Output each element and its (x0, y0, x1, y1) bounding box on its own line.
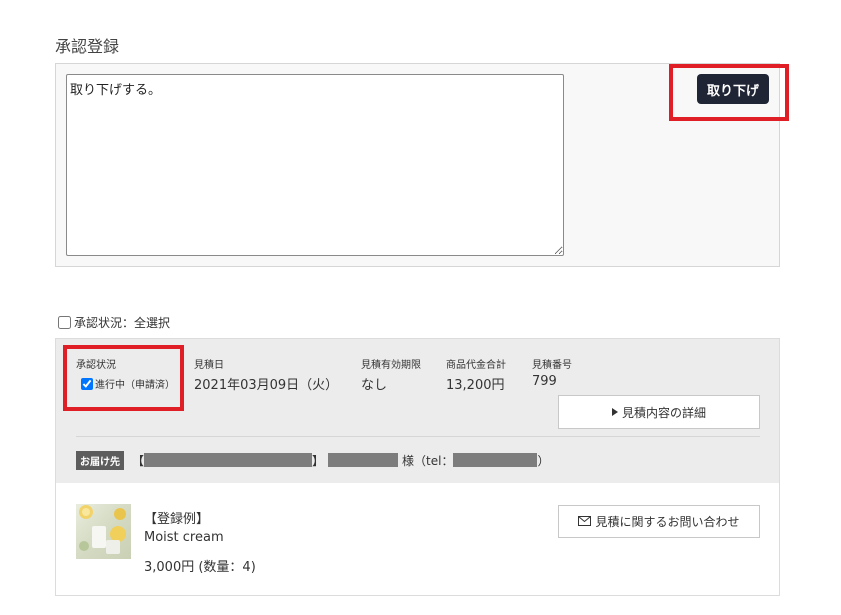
approval-title: 承認登録 (55, 37, 120, 56)
product-price-quantity: 3,000円 (数量：4) (144, 560, 256, 575)
shipping-badge: お届け先 (76, 450, 124, 470)
withdraw-button[interactable]: 取り下げ (697, 74, 769, 104)
expiry-value: なし (361, 378, 388, 393)
quote-inquiry-button[interactable]: 見積に関するお問い合わせ (558, 505, 760, 538)
col-label-total: 商品代金合計 (446, 360, 506, 371)
bracket-close: 】 (312, 453, 325, 468)
col-label-quote-date: 見積日 (194, 360, 224, 371)
product-image (76, 504, 131, 559)
select-all-label: 承認状況：全選択 (74, 316, 171, 330)
quote-detail-button[interactable]: 見積内容の詳細 (558, 395, 760, 429)
header-divider (76, 436, 760, 437)
comment-textarea[interactable]: 取り下げする。 (66, 74, 564, 256)
honorific-tel: 様（tel： (402, 453, 454, 468)
col-label-expiry: 見積有効期限 (361, 360, 421, 371)
paren-close: ） (537, 453, 550, 468)
total-value: 13,200円 (446, 378, 505, 393)
product-subtitle: Moist cream (144, 530, 224, 545)
caret-right-icon (611, 405, 618, 419)
redacted-name (328, 453, 399, 467)
select-all-status[interactable]: 承認状況：全選択 (58, 314, 170, 331)
highlight-frame-status (63, 345, 184, 411)
redacted-phone (453, 453, 538, 467)
product-name: 【登録例】 (144, 512, 210, 527)
col-label-quote-number: 見積番号 (532, 360, 572, 371)
quote-detail-label: 見積内容の詳細 (621, 405, 706, 420)
quote-number-value: 799 (532, 374, 557, 389)
quote-date-value: 2021年03月09日（火） (194, 378, 339, 393)
bracket-open: 【 (132, 453, 145, 468)
envelope-icon (578, 515, 592, 529)
shipping-row: お届け先 【 】 様（tel： ） (76, 450, 549, 470)
quote-inquiry-label: 見積に関するお問い合わせ (595, 515, 740, 529)
redacted-address (144, 453, 313, 467)
select-all-checkbox[interactable] (58, 316, 71, 329)
